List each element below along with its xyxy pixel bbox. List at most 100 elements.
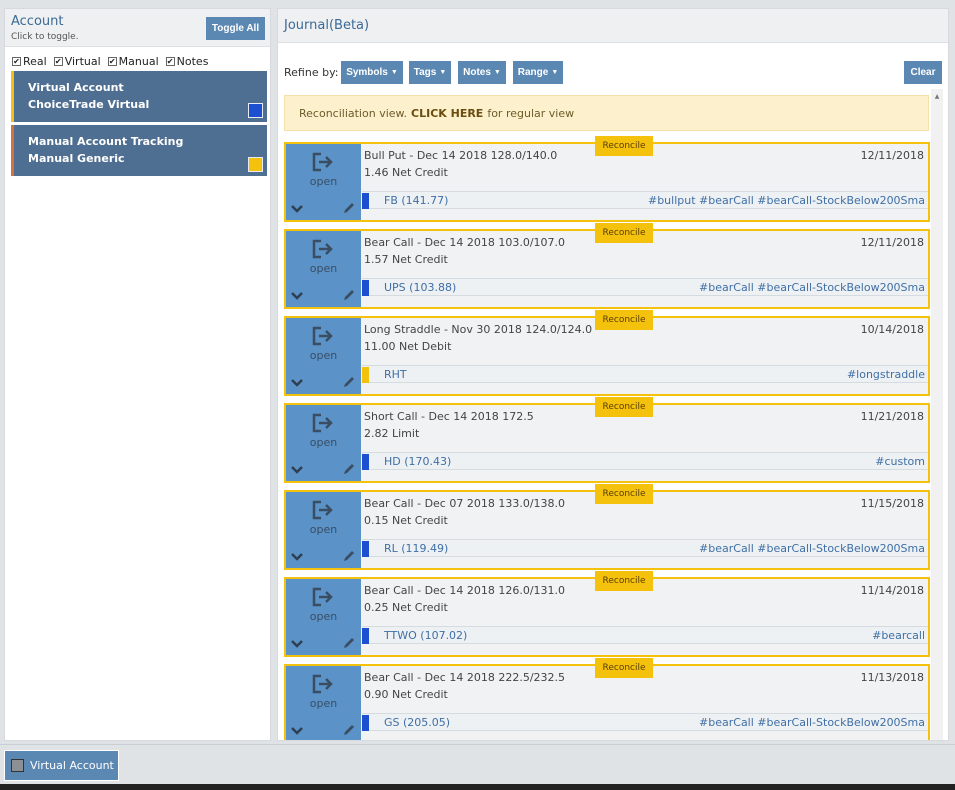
checkbox[interactable]: ✔ [53, 57, 63, 66]
open-position-box[interactable]: open [286, 666, 361, 740]
reconcile-button[interactable]: Reconcile [595, 223, 653, 243]
journal-entry[interactable]: open Bull Put - Dec 14 2018 128.0/140.0 … [284, 136, 930, 222]
account-color-swatch[interactable] [248, 157, 263, 172]
bottom-bar: Virtual Account [0, 744, 955, 784]
click-here-link[interactable]: CLICK HERE [411, 107, 483, 120]
open-label: open [309, 523, 338, 536]
banner-suffix: for regular view [487, 106, 575, 120]
entry-symbol[interactable]: RL (119.49) [384, 542, 448, 555]
virtual-account-tab[interactable]: Virtual Account [4, 750, 119, 781]
pencil-icon[interactable] [342, 549, 356, 563]
entry-tags[interactable]: #bearCall #bearCall-StockBelow200Sma [699, 542, 925, 555]
dropdown-label: Tags [413, 67, 437, 78]
exit-icon [312, 413, 333, 433]
journal-entry[interactable]: open Short Call - Dec 14 2018 172.5 2.82… [284, 397, 930, 483]
account-color-bar [11, 71, 14, 122]
pencil-icon[interactable] [342, 375, 356, 389]
chevron-down-icon[interactable] [290, 465, 304, 475]
toggle-all-button[interactable]: Toggle All [206, 17, 265, 40]
entry-price: 11.00 Net Debit [364, 340, 452, 353]
entry-title: Bear Call - Dec 14 2018 103.0/107.0 [364, 236, 566, 249]
entry-date: 12/11/2018 [860, 149, 924, 162]
entry-symbol[interactable]: GS (205.05) [384, 716, 450, 729]
entry-symbol[interactable]: FB (141.77) [384, 194, 448, 207]
entry-tags[interactable]: #custom [875, 455, 925, 468]
entry-symbol[interactable]: HD (170.43) [384, 455, 451, 468]
exit-icon [312, 326, 333, 346]
entry-symbol[interactable]: TTWO (107.02) [384, 629, 467, 642]
filter-real[interactable]: ✔ Real [12, 55, 47, 68]
symbol-row: UPS (103.88) #bearCall #bearCall-StockBe… [362, 278, 928, 296]
caret-down-icon: ▼ [493, 69, 501, 76]
tags-dropdown[interactable]: Tags ▼ [409, 61, 451, 84]
reconcile-button[interactable]: Reconcile [595, 484, 653, 504]
open-label: open [309, 436, 338, 449]
journal-title: Journal(Beta) [284, 18, 370, 33]
open-position-box[interactable]: open [286, 405, 361, 481]
checkbox[interactable]: ✔ [165, 57, 175, 66]
chevron-down-icon[interactable] [290, 639, 304, 649]
account-checkbox[interactable] [11, 759, 24, 772]
entry-tags[interactable]: #bullput #bearCall #bearCall-StockBelow2… [648, 194, 925, 207]
open-position-box[interactable]: open [286, 579, 361, 655]
account-card-virtual[interactable]: Virtual Account ChoiceTrade Virtual [11, 71, 267, 122]
open-position-box[interactable]: open [286, 318, 361, 394]
account-title: Account [11, 14, 64, 29]
symbols-dropdown[interactable]: Symbols ▼ [341, 61, 403, 84]
notes-dropdown[interactable]: Notes ▼ [458, 61, 506, 84]
checkbox[interactable]: ✔ [107, 57, 117, 66]
entry-date: 11/14/2018 [860, 584, 924, 597]
range-dropdown[interactable]: Range ▼ [513, 61, 563, 84]
pencil-icon[interactable] [342, 288, 356, 302]
pencil-icon[interactable] [342, 636, 356, 650]
open-label: open [309, 262, 338, 275]
exit-icon [312, 674, 333, 694]
account-card-manual[interactable]: Manual Account Tracking Manual Generic [11, 125, 267, 176]
account-color-bar [11, 125, 14, 176]
filter-notes[interactable]: ✔ Notes [165, 55, 209, 68]
entry-symbol[interactable]: RHT [384, 368, 407, 381]
entry-tags[interactable]: #longstraddle [847, 368, 925, 381]
chevron-down-icon[interactable] [290, 378, 304, 388]
pencil-icon[interactable] [342, 723, 356, 737]
entry-tags[interactable]: #bearcall [872, 629, 925, 642]
reconcile-button[interactable]: Reconcile [595, 397, 653, 417]
entry-price: 0.15 Net Credit [364, 514, 448, 527]
open-position-box[interactable]: open [286, 144, 361, 220]
chevron-down-icon[interactable] [290, 291, 304, 301]
filter-manual[interactable]: ✔ Manual [107, 55, 159, 68]
chevron-down-icon[interactable] [290, 552, 304, 562]
account-color-swatch[interactable] [248, 103, 263, 118]
filter-virtual[interactable]: ✔ Virtual [53, 55, 101, 68]
journal-entry[interactable]: open Bear Call - Dec 14 2018 126.0/131.0… [284, 571, 930, 657]
entry-title: Bear Call - Dec 07 2018 133.0/138.0 [364, 497, 566, 510]
open-position-box[interactable]: open [286, 492, 361, 568]
pencil-icon[interactable] [342, 462, 356, 476]
entry-tags[interactable]: #bearCall #bearCall-StockBelow200Sma [699, 716, 925, 729]
entry-title: Short Call - Dec 14 2018 172.5 [364, 410, 534, 423]
journal-entries: open Bull Put - Dec 14 2018 128.0/140.0 … [284, 136, 930, 740]
filter-label: Notes [176, 55, 209, 68]
scrollbar[interactable] [931, 89, 943, 740]
entry-tags[interactable]: #bearCall #bearCall-StockBelow200Sma [699, 281, 925, 294]
journal-entry[interactable]: open Bear Call - Dec 14 2018 222.5/232.5… [284, 658, 930, 740]
clear-button[interactable]: Clear [904, 61, 942, 84]
reconcile-button[interactable]: Reconcile [595, 658, 653, 678]
symbol-row: RL (119.49) #bearCall #bearCall-StockBel… [362, 539, 928, 557]
entry-symbol[interactable]: UPS (103.88) [384, 281, 456, 294]
scroll-up-icon[interactable]: ▲ [931, 89, 943, 103]
journal-entry[interactable]: open Bear Call - Dec 14 2018 103.0/107.0… [284, 223, 930, 309]
journal-entry[interactable]: open Bear Call - Dec 07 2018 133.0/138.0… [284, 484, 930, 570]
checkbox[interactable]: ✔ [12, 57, 21, 66]
dropdown-label: Notes [463, 67, 491, 78]
open-position-box[interactable]: open [286, 231, 361, 307]
reconcile-button[interactable]: Reconcile [595, 310, 653, 330]
reconcile-button[interactable]: Reconcile [595, 571, 653, 591]
chevron-down-icon[interactable] [290, 204, 304, 214]
caret-down-icon: ▼ [551, 69, 559, 76]
reconcile-button[interactable]: Reconcile [595, 136, 653, 156]
chevron-down-icon[interactable] [290, 726, 304, 736]
account-panel: Account Click to toggle. Toggle All ✔ Rea… [4, 8, 271, 741]
journal-entry[interactable]: open Long Straddle - Nov 30 2018 124.0/1… [284, 310, 930, 396]
pencil-icon[interactable] [342, 201, 356, 215]
